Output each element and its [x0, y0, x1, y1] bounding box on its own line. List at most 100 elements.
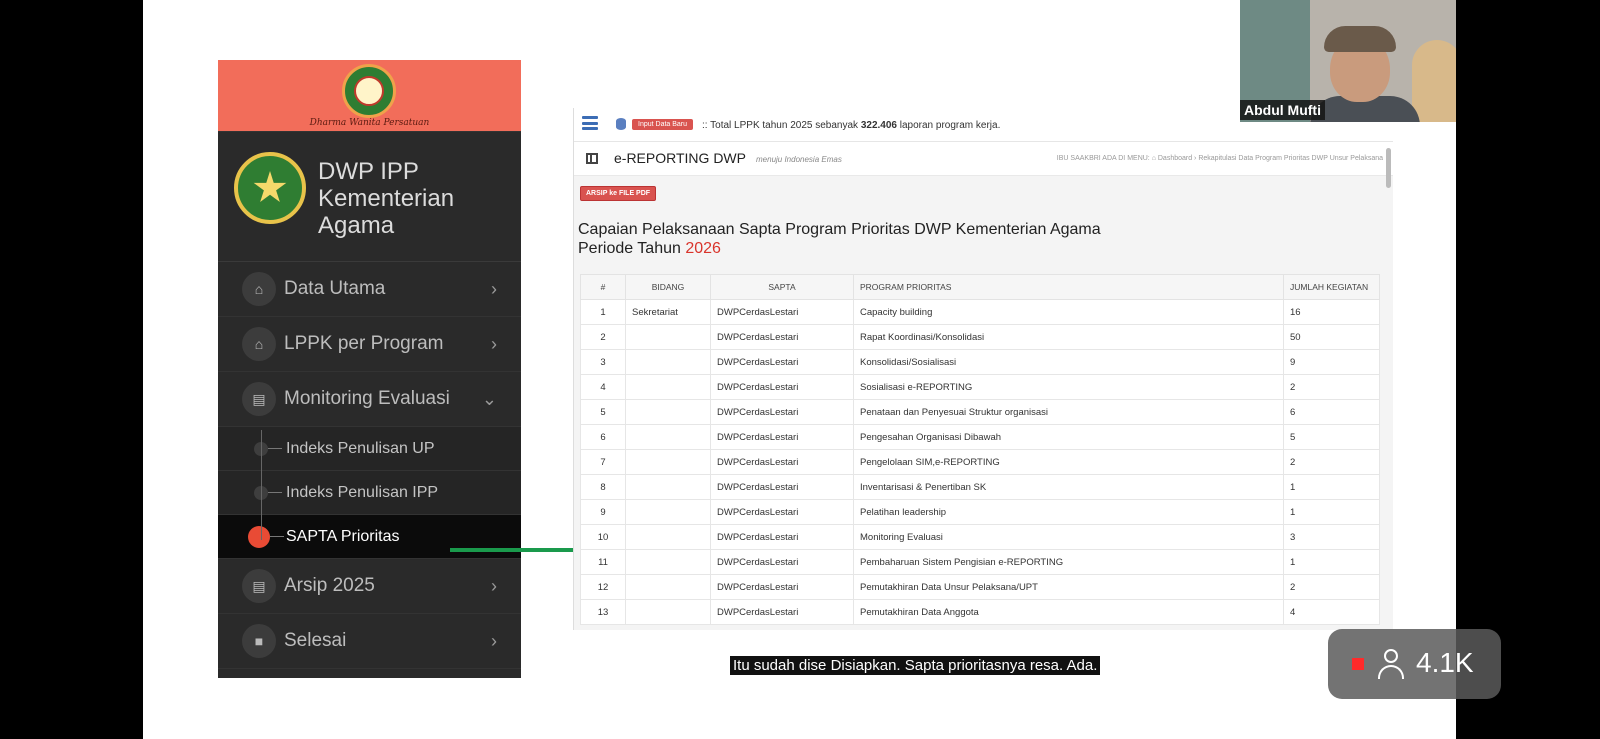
sidebar-item-lppk-per-program[interactable]: ⌂ LPPK per Program › [218, 317, 521, 372]
cell-number: 12 [580, 574, 626, 600]
cell-program: Pelatihan leadership [853, 499, 1284, 525]
sidebar-subitem-label: SAPTA Prioritas [286, 527, 400, 545]
cell-sapta: DWPCerdasLestari [710, 499, 854, 525]
cell-program: Rapat Koordinasi/Konsolidasi [853, 324, 1284, 350]
cell-sapta: DWPCerdasLestari [710, 549, 854, 575]
total-lppk-notice: :: Total LPPK tahun 2025 sebanyak 322.40… [702, 120, 1000, 131]
input-data-baru-button[interactable]: Input Data Baru [632, 119, 694, 130]
column-header-sapta[interactable]: SAPTA [710, 274, 854, 300]
home-icon: ⌂ [242, 272, 276, 306]
sidebar-item-selesai[interactable]: ■ Selesai › [218, 614, 521, 669]
cell-number: 6 [580, 424, 626, 450]
cell-sapta: DWPCerdasLestari [710, 599, 854, 625]
app-subtitle: menuju Indonesia Emas [756, 155, 842, 164]
notice-prefix: :: Total LPPK tahun 2025 sebanyak [702, 120, 861, 131]
sapta-program-table: # BIDANG SAPTA PROGRAM PRIORITAS JUMLAH … [580, 274, 1380, 625]
cell-number: 11 [580, 549, 626, 575]
column-header-jumlah[interactable]: JUMLAH KEGIATAN [1283, 274, 1380, 300]
table-row: 7 DWPCerdasLestari Pengelolaan SIM,e-REPOR… [580, 449, 1380, 475]
cell-program: Pengelolaan SIM,e-REPORTING [853, 449, 1284, 475]
sidebar-banner: Dharma Wanita Persatuan [218, 60, 521, 132]
cell-program: Capacity building [853, 299, 1284, 325]
sidebar-title: DWP IPP Kementerian Agama [318, 158, 455, 239]
active-dot-icon [248, 525, 270, 548]
speaker-name-label: Abdul Mufti [1240, 100, 1325, 120]
sidebar-item-label: Data Utama [284, 278, 386, 299]
sidebar-subitem-indeks-penulisan-ipp[interactable]: Indeks Penulisan IPP [218, 471, 521, 515]
cell-bidang [625, 424, 711, 450]
chevron-down-icon: ⌄ [481, 388, 497, 409]
arsip-pdf-button[interactable]: ARSIP ke FILE PDF [580, 186, 657, 201]
scrollbar-thumb[interactable] [1386, 148, 1391, 188]
table-row: 13 DWPCerdasLestari Pemutakhiran Data Angg… [580, 599, 1380, 625]
cell-program: Pembaharuan Sistem Pengisian e-REPORTING [853, 549, 1284, 575]
cell-bidang [625, 474, 711, 500]
cell-program: Konsolidasi/Sosialisasi [853, 349, 1284, 375]
sidebar-screenshot: Dharma Wanita Persatuan DWP IPP Kementer… [218, 60, 521, 678]
cell-sapta: DWPCerdasLestari [710, 324, 854, 350]
chevron-right-icon: › [491, 575, 497, 596]
chevron-right-icon: › [491, 630, 497, 651]
cell-sapta: DWPCerdasLestari [710, 349, 854, 375]
table-row: 6 DWPCerdasLestari Pengesahan Organisasi D… [580, 424, 1380, 450]
person-icon [1378, 649, 1404, 679]
cell-jumlah: 50 [1283, 324, 1380, 350]
sidebar-subitem-sapta-prioritas[interactable]: SAPTA Prioritas [218, 515, 521, 559]
viewer-count-badge[interactable]: 4.1K [1328, 629, 1501, 699]
table-row: 1 Sekretariat DWPCerdasLestari Capacity bui… [580, 299, 1380, 325]
cell-number: 3 [580, 349, 626, 375]
heading-line-2: Periode Tahun 2026 [578, 239, 1101, 258]
e-reporting-app-screenshot: Input Data Baru :: Total LPPK tahun 2025… [573, 108, 1393, 630]
cell-bidang [625, 549, 711, 575]
cell-jumlah: 1 [1283, 499, 1380, 525]
cell-jumlah: 2 [1283, 574, 1380, 600]
sidebar-subitem-label: Indeks Penulisan UP [286, 439, 435, 457]
chevron-right-icon: › [491, 278, 497, 299]
sidebar-item-arsip-2025[interactable]: ▤ Arsip 2025 › [218, 559, 521, 614]
cell-number: 7 [580, 449, 626, 475]
cell-program: Pemutakhiran Data Unsur Pelaksana/UPT [853, 574, 1284, 600]
breadcrumb[interactable]: IBU SAAKBRI ADA DI MENU: ⌂ Dashboard › R… [1057, 155, 1383, 162]
lock-icon: ■ [242, 624, 276, 658]
cell-bidang [625, 574, 711, 600]
app-titlebar: e-REPORTING DWP menuju Indonesia Emas IB… [574, 142, 1393, 176]
cell-bidang [625, 324, 711, 350]
sidebar-subitem-label: Indeks Penulisan IPP [286, 483, 439, 501]
sidebar-item-monitoring-evaluasi[interactable]: ▤ Monitoring Evaluasi ⌄ [218, 372, 521, 427]
cell-bidang [625, 524, 711, 550]
cell-sapta: DWPCerdasLestari [710, 474, 854, 500]
heading-year: 2026 [685, 240, 721, 257]
column-header-bidang[interactable]: BIDANG [625, 274, 711, 300]
cell-number: 13 [580, 599, 626, 625]
notice-count: 322.406 [860, 120, 897, 131]
cell-jumlah: 1 [1283, 549, 1380, 575]
book-icon: ▤ [242, 382, 276, 416]
sidebar-subitem-indeks-penulisan-up[interactable]: Indeks Penulisan UP [218, 427, 521, 471]
cell-number: 5 [580, 399, 626, 425]
sidebar-item-data-utama[interactable]: ⌂ Data Utama › [218, 262, 521, 317]
cell-program: Pemutakhiran Data Anggota [853, 599, 1284, 625]
column-header-program[interactable]: PROGRAM PRIORITAS [853, 274, 1284, 300]
table-row: 2 DWPCerdasLestari Rapat Koordinasi/Konsol… [580, 324, 1380, 350]
webcam-feed: Abdul Mufti [1240, 0, 1456, 122]
cell-sapta: DWPCerdasLestari [710, 424, 854, 450]
heading-line-1: Capaian Pelaksanaan Sapta Program Priori… [578, 221, 1101, 238]
hamburger-menu-icon[interactable] [582, 116, 598, 130]
cell-program: Inventarisasi & Penertiban SK [853, 474, 1284, 500]
cell-sapta: DWPCerdasLestari [710, 449, 854, 475]
table-row: 10 DWPCerdasLestari Monitoring Evaluasi 3 [580, 524, 1380, 550]
table-row: 8 DWPCerdasLestari Inventarisasi & Penerti… [580, 474, 1380, 500]
cell-number: 1 [580, 299, 626, 325]
cell-bidang [625, 599, 711, 625]
table-row: 11 DWPCerdasLestari Pembaharuan Sistem Pen… [580, 549, 1380, 575]
cell-program: Pengesahan Organisasi Dibawah [853, 424, 1284, 450]
app-title: e-REPORTING DWP [614, 150, 746, 166]
cell-jumlah: 4 [1283, 599, 1380, 625]
column-header-number[interactable]: # [580, 274, 626, 300]
cell-sapta: DWPCerdasLestari [710, 299, 854, 325]
dwp-logo-icon [342, 64, 396, 118]
cell-sapta: DWPCerdasLestari [710, 524, 854, 550]
cell-sapta: DWPCerdasLestari [710, 399, 854, 425]
cell-jumlah: 2 [1283, 374, 1380, 400]
cell-jumlah: 6 [1283, 399, 1380, 425]
